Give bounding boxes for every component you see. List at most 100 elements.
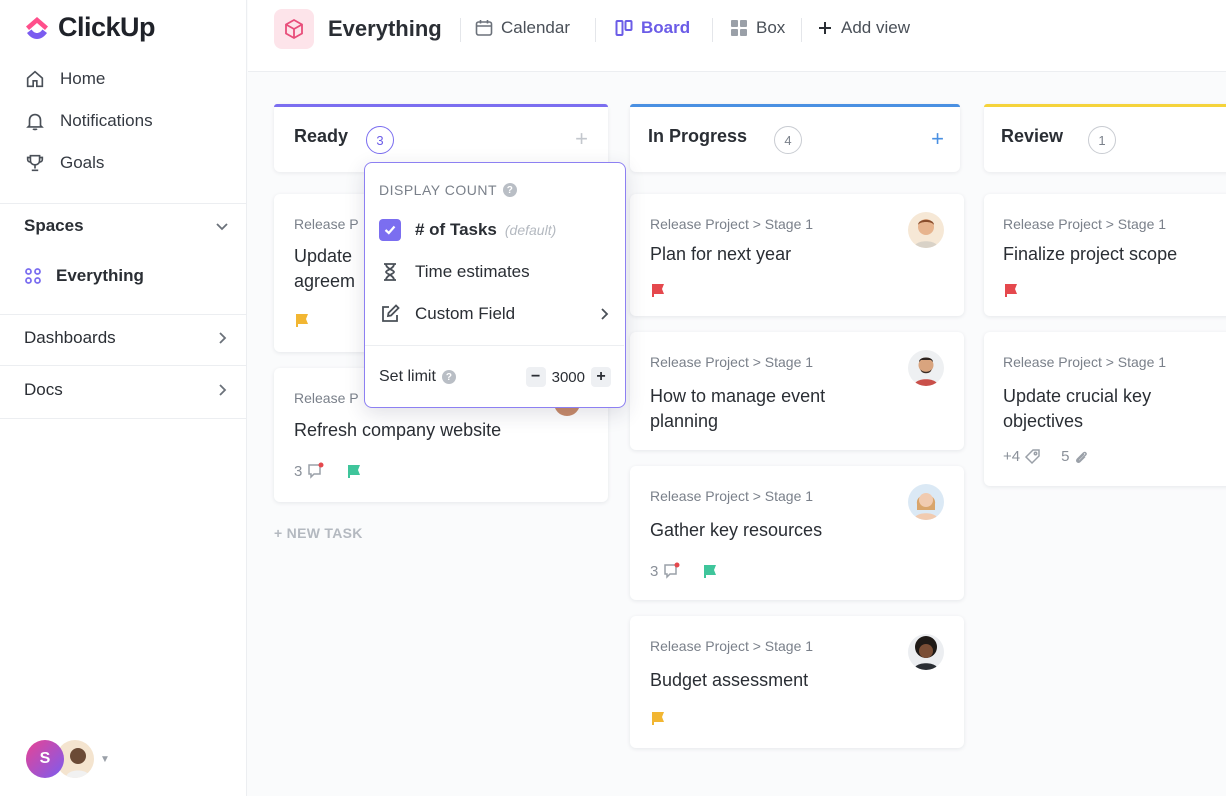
- user-avatar: S: [26, 740, 64, 778]
- task-card[interactable]: Release Project > Stage 1 Update crucial…: [984, 332, 1226, 486]
- task-title-line2: planning: [650, 411, 719, 431]
- option-custom-field[interactable]: Custom Field: [379, 303, 611, 325]
- tab-calendar[interactable]: Calendar: [474, 18, 570, 38]
- hourglass-icon: [384, 263, 396, 281]
- set-limit-row: Set limit ? − 3000 +: [379, 367, 611, 387]
- sidebar-item-label: Everything: [56, 266, 144, 285]
- sidebar-divider: [0, 365, 247, 366]
- flag-icon[interactable]: [702, 563, 718, 579]
- option-label: # of Tasks: [415, 220, 497, 239]
- user-menu[interactable]: S ▼: [26, 740, 110, 778]
- sidebar-divider: [0, 203, 247, 204]
- view-separator: [460, 18, 461, 42]
- task-meta: [650, 282, 666, 298]
- calendar-icon: [475, 20, 493, 36]
- comment-count: 3: [294, 462, 303, 480]
- task-meta: [650, 710, 666, 726]
- flag-icon[interactable]: [650, 710, 666, 726]
- task-card[interactable]: Release Project > Stage 1 How to manage …: [630, 332, 964, 450]
- tag-icon[interactable]: [1024, 448, 1041, 465]
- assignee-avatar[interactable]: [908, 350, 944, 386]
- paperclip-icon[interactable]: [1073, 449, 1089, 465]
- trophy-icon: [26, 154, 44, 172]
- flag-icon[interactable]: [650, 282, 666, 298]
- column-review: Review 1: [984, 104, 1226, 172]
- task-card[interactable]: Release Project > Stage 1 Budget assessm…: [630, 616, 964, 748]
- column-color-bar: [274, 104, 608, 107]
- task-title-line2: objectives: [1003, 411, 1084, 431]
- column-count[interactable]: 4: [774, 126, 802, 154]
- comment-count: 3: [650, 562, 659, 580]
- increment-button[interactable]: +: [591, 367, 611, 387]
- sidebar-item-notifications[interactable]: Notifications: [24, 110, 153, 132]
- task-breadcrumb: Release Project > Stage 1: [650, 216, 814, 232]
- chevron-right-icon: [601, 308, 609, 320]
- sidebar-item-everything[interactable]: Everything: [24, 266, 144, 286]
- task-title: Budget assessment: [650, 670, 809, 690]
- topbar: Everything Calendar Board Box Add view: [248, 0, 1226, 72]
- bell-icon: [26, 113, 44, 131]
- task-meta: +4 5: [1003, 448, 1089, 465]
- sidebar-item-label: Dashboards: [24, 328, 116, 347]
- sidebar-item-home[interactable]: Home: [24, 68, 105, 90]
- option-default-note: (default): [504, 222, 557, 238]
- sidebar-item-goals[interactable]: Goals: [24, 152, 104, 174]
- add-view-button[interactable]: Add view: [816, 18, 910, 38]
- checkbox-checked[interactable]: [379, 219, 401, 241]
- task-card[interactable]: Release Project > Stage 1 Gather key res…: [630, 466, 964, 600]
- task-breadcrumb: Release Project > Stage 1: [650, 638, 814, 654]
- tab-board[interactable]: Board: [614, 18, 690, 38]
- view-separator: [595, 18, 596, 42]
- grid-dots-icon: [25, 268, 41, 284]
- column-count[interactable]: 3: [366, 126, 394, 154]
- tab-label: Box: [756, 18, 786, 37]
- new-task-button[interactable]: + NEW TASK: [274, 525, 363, 541]
- flag-icon[interactable]: [346, 463, 362, 479]
- option-time-estimates[interactable]: Time estimates: [379, 261, 611, 283]
- flag-icon[interactable]: [1003, 282, 1019, 298]
- spaces-label: Spaces: [24, 216, 84, 235]
- chevron-down-icon: [216, 223, 228, 231]
- column-count[interactable]: 1: [1088, 126, 1116, 154]
- check-icon: [384, 225, 396, 235]
- set-limit-label-group: Set limit ?: [379, 368, 456, 386]
- assignee-avatar[interactable]: [908, 212, 944, 248]
- spaces-header[interactable]: Spaces: [24, 216, 230, 236]
- comment-icon[interactable]: [662, 562, 680, 580]
- flag-icon[interactable]: [294, 312, 310, 328]
- caret-down-icon: ▼: [100, 753, 110, 765]
- task-card[interactable]: Release Project > Stage 1 Finalize proje…: [984, 194, 1226, 316]
- limit-value[interactable]: 3000: [552, 369, 585, 386]
- task-card[interactable]: Release Project > Stage 1 Plan for next …: [630, 194, 964, 316]
- assignee-avatar[interactable]: [908, 634, 944, 670]
- task-meta: 3: [294, 462, 362, 480]
- decrement-button[interactable]: −: [525, 367, 546, 387]
- popover-heading: DISPLAY COUNT ?: [379, 182, 518, 198]
- plus-icon: [819, 22, 831, 34]
- tab-label: Board: [641, 18, 691, 37]
- task-title-line2: agreem: [294, 271, 356, 291]
- set-limit-label: Set limit: [379, 368, 436, 385]
- display-count-popover: DISPLAY COUNT ? # of Tasks (default) Tim…: [364, 162, 626, 408]
- tab-box[interactable]: Box: [729, 18, 785, 38]
- add-task-icon[interactable]: +: [575, 128, 588, 150]
- task-breadcrumb: Release P: [294, 216, 359, 232]
- task-title: Finalize project scope: [1003, 244, 1178, 264]
- sidebar-item-docs[interactable]: Docs: [24, 380, 230, 400]
- column-title: Review: [1001, 126, 1064, 146]
- sidebar: ClickUp Home Notifications Goals Spaces …: [0, 0, 247, 796]
- assignee-avatar[interactable]: [908, 484, 944, 520]
- task-title: Plan for next year: [650, 244, 792, 264]
- task-breadcrumb: Release Project > Stage 1: [1003, 354, 1167, 370]
- help-icon[interactable]: ?: [441, 370, 456, 384]
- help-icon[interactable]: ?: [503, 183, 518, 197]
- cube-icon: [274, 9, 314, 49]
- comment-icon[interactable]: [306, 462, 324, 480]
- add-task-icon[interactable]: +: [931, 128, 944, 150]
- clickup-logo[interactable]: ClickUp: [24, 12, 156, 43]
- brand-name: ClickUp: [58, 12, 156, 42]
- home-icon: [26, 70, 44, 88]
- sidebar-divider: [0, 418, 247, 419]
- option-task-count[interactable]: # of Tasks (default): [379, 219, 611, 241]
- sidebar-item-dashboards[interactable]: Dashboards: [24, 328, 230, 348]
